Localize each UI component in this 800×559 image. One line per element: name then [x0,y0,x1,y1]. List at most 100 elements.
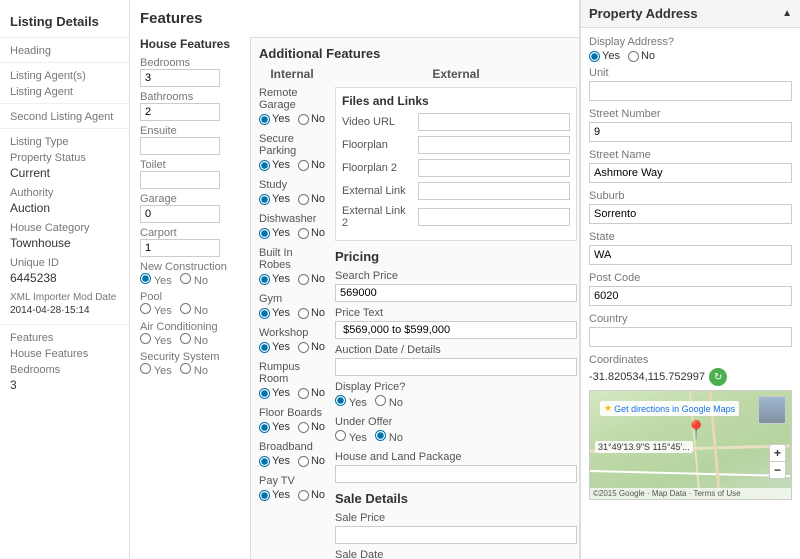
ws-yes-radio[interactable] [259,342,270,353]
ws-no-radio[interactable] [298,342,309,353]
fb-no-label[interactable]: No [298,421,325,433]
sp-no-radio[interactable] [298,160,309,171]
sp-yes-label[interactable]: Yes [259,159,290,171]
dw-yes-radio[interactable] [259,228,270,239]
unit-input[interactable] [589,81,792,101]
sale-price-input[interactable] [335,526,577,544]
rr-no-radio[interactable] [298,388,309,399]
bb-no-label[interactable]: No [298,455,325,467]
bb-no-radio[interactable] [298,456,309,467]
study-yes-label[interactable]: Yes [259,193,290,205]
ss-no-radio[interactable] [180,363,191,374]
study-no-label[interactable]: No [298,193,325,205]
auction-date-input[interactable] [335,358,577,376]
house-land-input[interactable] [335,465,577,483]
bedrooms-input[interactable] [140,69,220,87]
rg-yes-radio[interactable] [259,114,270,125]
post-code-input[interactable] [589,286,792,306]
ss-yes-radio[interactable] [140,363,151,374]
uo-no-label[interactable]: No [375,430,403,444]
video-url-input[interactable] [418,113,570,131]
bb-yes-label[interactable]: Yes [259,455,290,467]
external-link2-input[interactable] [418,208,570,226]
new-construction-no-radio[interactable] [180,273,191,284]
study-yes-radio[interactable] [259,194,270,205]
state-input[interactable] [589,245,792,265]
refresh-coordinates-button[interactable]: ↻ [709,368,727,386]
rg-no-radio[interactable] [298,114,309,125]
ac-no-label[interactable]: No [180,333,208,347]
ac-no-radio[interactable] [180,333,191,344]
uo-yes-radio[interactable] [335,430,346,441]
gym-no-radio[interactable] [298,308,309,319]
pool-yes-label[interactable]: Yes [140,303,172,317]
bathrooms-input[interactable] [140,103,220,121]
ws-no-label[interactable]: No [298,341,325,353]
pool-no-label[interactable]: No [180,303,208,317]
ptv-yes-radio[interactable] [259,490,270,501]
bir-no-radio[interactable] [298,274,309,285]
uo-yes-label[interactable]: Yes [335,430,367,444]
ptv-no-label[interactable]: No [298,489,325,501]
rr-yes-radio[interactable] [259,388,270,399]
pool-no-radio[interactable] [180,303,191,314]
zoom-out-button[interactable]: − [770,462,785,478]
dp-no-radio[interactable] [375,395,386,406]
floorplan2-input[interactable] [418,159,570,177]
sp-yes-radio[interactable] [259,160,270,171]
da-no-radio[interactable] [628,51,639,62]
get-directions-link[interactable]: Get directions in Google Maps [614,404,735,414]
da-yes-label[interactable]: Yes [589,50,620,62]
dw-no-label[interactable]: No [298,227,325,239]
zoom-in-button[interactable]: + [770,445,785,462]
dp-yes-radio[interactable] [335,395,346,406]
pool-yes-radio[interactable] [140,303,151,314]
rr-yes-label[interactable]: Yes [259,387,290,399]
rg-no-label[interactable]: No [298,113,325,125]
price-text-input[interactable] [335,321,577,339]
bir-yes-label[interactable]: Yes [259,273,290,285]
external-link-input[interactable] [418,182,570,200]
ptv-no-radio[interactable] [298,490,309,501]
gym-no-label[interactable]: No [298,307,325,319]
new-construction-no-label[interactable]: No [180,273,208,287]
sp-no-label[interactable]: No [298,159,325,171]
search-price-input[interactable] [335,284,577,302]
rg-yes-label[interactable]: Yes [259,113,290,125]
dp-yes-label[interactable]: Yes [335,395,367,409]
gym-yes-label[interactable]: Yes [259,307,290,319]
new-construction-yes-label[interactable]: Yes [140,273,172,287]
dw-yes-label[interactable]: Yes [259,227,290,239]
gym-yes-radio[interactable] [259,308,270,319]
fb-no-radio[interactable] [298,422,309,433]
country-input[interactable] [589,327,792,347]
rr-no-label[interactable]: No [298,387,325,399]
suburb-input[interactable] [589,204,792,224]
ptv-yes-label[interactable]: Yes [259,489,290,501]
ws-yes-label[interactable]: Yes [259,341,290,353]
bir-no-label[interactable]: No [298,273,325,285]
ensuite-input[interactable] [140,137,220,155]
da-yes-radio[interactable] [589,51,600,62]
dp-no-label[interactable]: No [375,395,403,409]
bb-yes-radio[interactable] [259,456,270,467]
collapse-icon[interactable]: ▲ [782,8,792,19]
bir-yes-radio[interactable] [259,274,270,285]
new-construction-yes-radio[interactable] [140,273,151,284]
ac-yes-label[interactable]: Yes [140,333,172,347]
dw-no-radio[interactable] [298,228,309,239]
ac-yes-radio[interactable] [140,333,151,344]
garage-input[interactable] [140,205,220,223]
ss-yes-label[interactable]: Yes [140,363,172,377]
ss-no-label[interactable]: No [180,363,208,377]
fb-yes-label[interactable]: Yes [259,421,290,433]
study-no-radio[interactable] [298,194,309,205]
uo-no-radio[interactable] [375,430,386,441]
fb-yes-radio[interactable] [259,422,270,433]
carport-input[interactable] [140,239,220,257]
toilet-input[interactable] [140,171,220,189]
da-no-label[interactable]: No [628,50,655,62]
floorplan-input[interactable] [418,136,570,154]
street-number-input[interactable] [589,122,792,142]
street-name-input[interactable] [589,163,792,183]
